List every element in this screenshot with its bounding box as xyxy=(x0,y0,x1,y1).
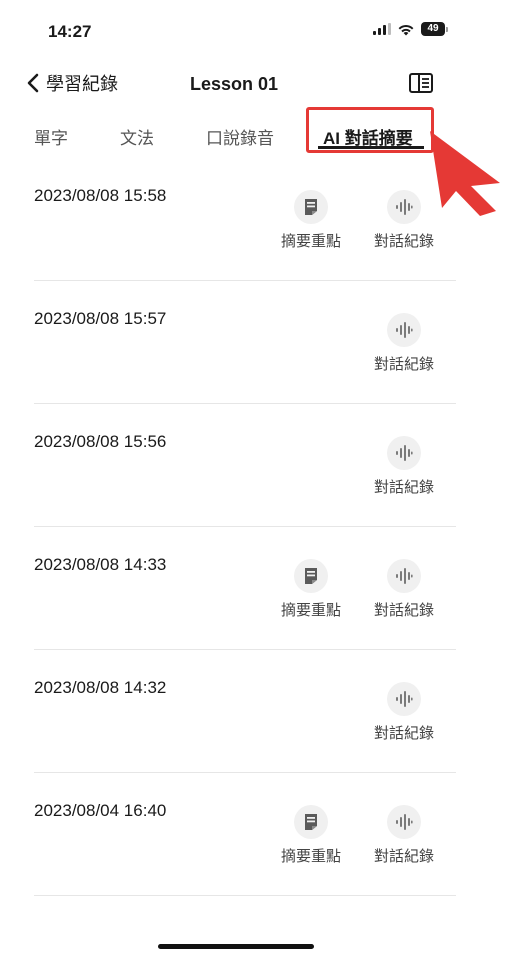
list-item: 2023/08/08 14:32 對話紀錄 xyxy=(34,650,456,773)
document-icon xyxy=(305,814,317,830)
record-icon-circle xyxy=(387,805,421,839)
home-indicator xyxy=(158,944,314,949)
list-item: 2023/08/04 16:40 摘要重點 對話紀錄 xyxy=(34,773,456,896)
status-bar: 14:27 49 xyxy=(0,0,528,60)
list-item: 2023/08/08 15:58 摘要重點 對話紀錄 xyxy=(34,158,456,281)
audio-waveform-icon xyxy=(396,691,413,707)
summary-button[interactable]: 摘要重點 xyxy=(271,190,351,251)
record-label: 對話紀錄 xyxy=(373,233,434,250)
record-label: 對話紀錄 xyxy=(373,356,434,373)
book-button[interactable] xyxy=(408,72,434,99)
conversation-record-button[interactable]: 對話紀錄 xyxy=(364,682,444,743)
record-datetime: 2023/08/08 15:57 xyxy=(34,309,167,328)
conversation-record-button[interactable]: 對話紀錄 xyxy=(364,805,444,866)
document-icon xyxy=(305,199,317,215)
audio-waveform-icon xyxy=(396,322,413,338)
conversation-record-button[interactable]: 對話紀錄 xyxy=(364,190,444,251)
chevron-left-icon xyxy=(27,73,39,93)
tab-grammar[interactable]: 文法 xyxy=(120,124,154,149)
status-icons: 49 xyxy=(373,22,448,36)
list-item: 2023/08/08 15:57 對話紀錄 xyxy=(34,281,456,404)
cellular-signal-icon xyxy=(373,23,391,35)
back-label: 學習紀錄 xyxy=(46,74,118,94)
wifi-icon xyxy=(398,24,414,35)
summary-icon-circle xyxy=(294,190,328,224)
record-datetime: 2023/08/08 15:56 xyxy=(34,432,167,451)
audio-waveform-icon xyxy=(396,445,413,461)
battery-cap xyxy=(446,26,448,32)
record-datetime: 2023/08/08 15:58 xyxy=(34,186,167,205)
audio-waveform-icon xyxy=(396,814,413,830)
summary-icon-circle xyxy=(294,805,328,839)
book-icon xyxy=(409,73,433,93)
record-datetime: 2023/08/04 16:40 xyxy=(34,801,167,820)
summary-label: 摘要重點 xyxy=(280,848,341,865)
list-item: 2023/08/08 14:33 摘要重點 對話紀錄 xyxy=(34,527,456,650)
record-icon-circle xyxy=(387,313,421,347)
record-label: 對話紀錄 xyxy=(373,479,434,496)
audio-waveform-icon xyxy=(396,568,413,584)
record-icon-circle xyxy=(387,436,421,470)
conversation-record-button[interactable]: 對話紀錄 xyxy=(364,436,444,497)
record-label: 對話紀錄 xyxy=(373,725,434,742)
summary-button[interactable]: 摘要重點 xyxy=(271,805,351,866)
tab-vocabulary[interactable]: 單字 xyxy=(34,124,68,149)
record-list: 2023/08/08 15:58 摘要重點 對話紀錄 2023/08/08 15:57… xyxy=(34,158,456,896)
audio-waveform-icon xyxy=(396,199,413,215)
conversation-record-button[interactable]: 對話紀錄 xyxy=(364,313,444,374)
record-datetime: 2023/08/08 14:32 xyxy=(34,678,167,697)
record-icon-circle xyxy=(387,682,421,716)
status-time: 14:27 xyxy=(48,22,92,41)
conversation-record-button[interactable]: 對話紀錄 xyxy=(364,559,444,620)
nav-bar: 學習紀錄 Lesson 01 xyxy=(0,62,528,106)
record-label: 對話紀錄 xyxy=(373,602,434,619)
battery-icon: 49 xyxy=(421,22,448,36)
list-item: 2023/08/08 15:56 對話紀錄 xyxy=(34,404,456,527)
summary-label: 摘要重點 xyxy=(280,602,341,619)
summary-button[interactable]: 摘要重點 xyxy=(271,559,351,620)
tab-speaking-recordings[interactable]: 口說錄音 xyxy=(206,124,274,149)
record-datetime: 2023/08/08 14:33 xyxy=(34,555,167,574)
back-button[interactable]: 學習紀錄 xyxy=(26,70,118,96)
summary-icon-circle xyxy=(294,559,328,593)
battery-level: 49 xyxy=(421,22,445,36)
record-label: 對話紀錄 xyxy=(373,848,434,865)
record-icon-circle xyxy=(387,190,421,224)
summary-label: 摘要重點 xyxy=(280,233,341,250)
document-icon xyxy=(305,568,317,584)
record-icon-circle xyxy=(387,559,421,593)
page-title: Lesson 01 xyxy=(190,74,279,94)
